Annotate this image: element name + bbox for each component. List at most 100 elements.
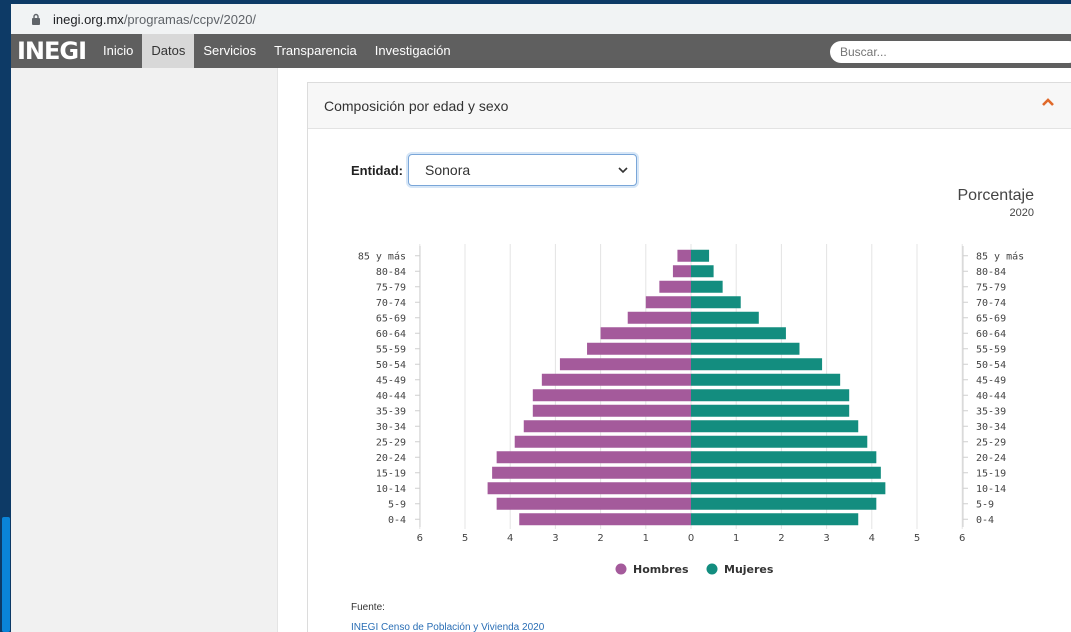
population-pyramid-chart: 85 y más 85 y más 80-84 80-84 75-79 75-79 70-7… bbox=[358, 244, 1024, 576]
bar-hombres bbox=[600, 327, 691, 340]
x-tick-label: 2 bbox=[778, 533, 784, 544]
bar-mujeres bbox=[691, 482, 886, 495]
nav-item-transparencia[interactable]: Transparencia bbox=[265, 34, 366, 68]
bar-hombres bbox=[496, 451, 691, 464]
x-tick-label: 6 bbox=[959, 533, 965, 544]
x-tick-label: 0 bbox=[688, 533, 694, 544]
url-text[interactable]: inegi.org.mx/programas/ccpv/2020/ bbox=[53, 12, 256, 27]
bar-hombres bbox=[519, 513, 691, 526]
bar-mujeres bbox=[691, 327, 786, 340]
category-label-left: 70-74 bbox=[376, 298, 406, 309]
legend-mujeres-label: Mujeres bbox=[724, 563, 774, 576]
x-tick-label: 1 bbox=[643, 533, 649, 544]
bar-mujeres bbox=[691, 358, 823, 371]
bar-mujeres bbox=[691, 342, 800, 355]
inegi-logo[interactable]: INEGI bbox=[11, 34, 94, 68]
composicion-panel: Composición por edad y sexo Entidad: Son… bbox=[307, 82, 1071, 632]
sidebar bbox=[11, 68, 278, 632]
category-label-right: 35-39 bbox=[976, 406, 1006, 417]
legend-mujeres-swatch bbox=[706, 563, 718, 575]
bar-hombres bbox=[541, 373, 691, 386]
bar-mujeres bbox=[691, 497, 877, 510]
bar-hombres bbox=[587, 342, 691, 355]
bar-mujeres bbox=[691, 404, 850, 417]
search-input[interactable] bbox=[830, 41, 1071, 63]
bar-mujeres bbox=[691, 420, 859, 433]
bar-hombres bbox=[523, 420, 691, 433]
category-label-right: 20-24 bbox=[976, 453, 1006, 464]
desktop-blue-tab bbox=[2, 517, 10, 632]
category-label-left: 80-84 bbox=[376, 267, 406, 278]
site-navbar: INEGI Inicio Datos Servicios Transparenc… bbox=[11, 34, 1071, 68]
bar-hombres bbox=[496, 497, 691, 510]
nav-item-inicio[interactable]: Inicio bbox=[94, 34, 142, 68]
category-label-right: 80-84 bbox=[976, 267, 1006, 278]
category-label-right: 0-4 bbox=[976, 515, 994, 526]
lock-icon bbox=[32, 13, 40, 25]
bar-hombres bbox=[532, 404, 691, 417]
category-label-left: 85 y más bbox=[358, 250, 406, 262]
fuente-label: Fuente: bbox=[351, 602, 385, 613]
category-label-right: 40-44 bbox=[976, 391, 1006, 402]
category-label-right: 85 y más bbox=[976, 250, 1024, 262]
nav-item-datos[interactable]: Datos bbox=[142, 34, 195, 68]
x-tick-label: 3 bbox=[552, 533, 558, 544]
bar-mujeres bbox=[691, 466, 881, 479]
browser-address-bar[interactable]: inegi.org.mx/programas/ccpv/2020/ bbox=[11, 4, 1071, 34]
bar-mujeres bbox=[691, 373, 841, 386]
x-tick-label: 1 bbox=[733, 533, 739, 544]
x-tick-label: 6 bbox=[417, 533, 423, 544]
bar-hombres bbox=[627, 311, 691, 324]
nav-item-investigacion[interactable]: Investigación bbox=[366, 34, 460, 68]
category-label-left: 30-34 bbox=[376, 422, 406, 433]
category-label-right: 25-29 bbox=[976, 437, 1006, 448]
x-tick-label: 4 bbox=[507, 533, 513, 544]
bar-mujeres bbox=[691, 389, 850, 402]
bar-mujeres bbox=[691, 451, 877, 464]
url-path: /programas/ccpv/2020/ bbox=[123, 11, 257, 27]
bar-hombres bbox=[659, 280, 691, 293]
legend-hombres-label: Hombres bbox=[633, 563, 689, 576]
category-label-right: 45-49 bbox=[976, 375, 1006, 386]
category-label-right: 65-69 bbox=[976, 313, 1006, 324]
legend-hombres-swatch bbox=[615, 563, 627, 575]
category-label-right: 15-19 bbox=[976, 468, 1006, 479]
bar-hombres bbox=[672, 265, 691, 278]
x-tick-label: 3 bbox=[823, 533, 829, 544]
nav-item-servicios[interactable]: Servicios bbox=[194, 34, 265, 68]
category-label-left: 75-79 bbox=[376, 282, 406, 293]
x-tick-label: 2 bbox=[597, 533, 603, 544]
url-host: inegi.org.mx bbox=[53, 11, 124, 27]
bar-mujeres bbox=[691, 249, 710, 262]
bar-mujeres bbox=[691, 311, 759, 324]
fuente-link[interactable]: INEGI Censo de Población y Vivienda 2020 bbox=[351, 622, 544, 632]
category-label-left: 20-24 bbox=[376, 453, 406, 464]
category-label-left: 60-64 bbox=[376, 329, 406, 340]
category-label-left: 40-44 bbox=[376, 391, 406, 402]
category-label-left: 45-49 bbox=[376, 375, 406, 386]
category-label-left: 0-4 bbox=[388, 515, 406, 526]
category-label-right: 5-9 bbox=[976, 499, 994, 510]
category-label-left: 5-9 bbox=[388, 499, 406, 510]
bar-hombres bbox=[677, 249, 691, 262]
category-label-right: 55-59 bbox=[976, 344, 1006, 355]
category-label-left: 65-69 bbox=[376, 313, 406, 324]
category-label-right: 30-34 bbox=[976, 422, 1006, 433]
category-label-right: 50-54 bbox=[976, 360, 1006, 371]
category-label-left: 55-59 bbox=[376, 344, 406, 355]
category-label-left: 35-39 bbox=[376, 406, 406, 417]
category-label-right: 75-79 bbox=[976, 282, 1006, 293]
bar-hombres bbox=[514, 435, 691, 448]
bar-hombres bbox=[492, 466, 691, 479]
bar-hombres bbox=[645, 296, 691, 309]
bar-mujeres bbox=[691, 435, 868, 448]
bar-hombres bbox=[487, 482, 691, 495]
bar-mujeres bbox=[691, 280, 723, 293]
category-label-left: 10-14 bbox=[376, 484, 406, 495]
bar-mujeres bbox=[691, 265, 714, 278]
category-label-right: 70-74 bbox=[976, 298, 1006, 309]
bar-mujeres bbox=[691, 296, 741, 309]
x-tick-label: 5 bbox=[914, 533, 920, 544]
x-tick-label: 4 bbox=[869, 533, 875, 544]
category-label-left: 15-19 bbox=[376, 468, 406, 479]
